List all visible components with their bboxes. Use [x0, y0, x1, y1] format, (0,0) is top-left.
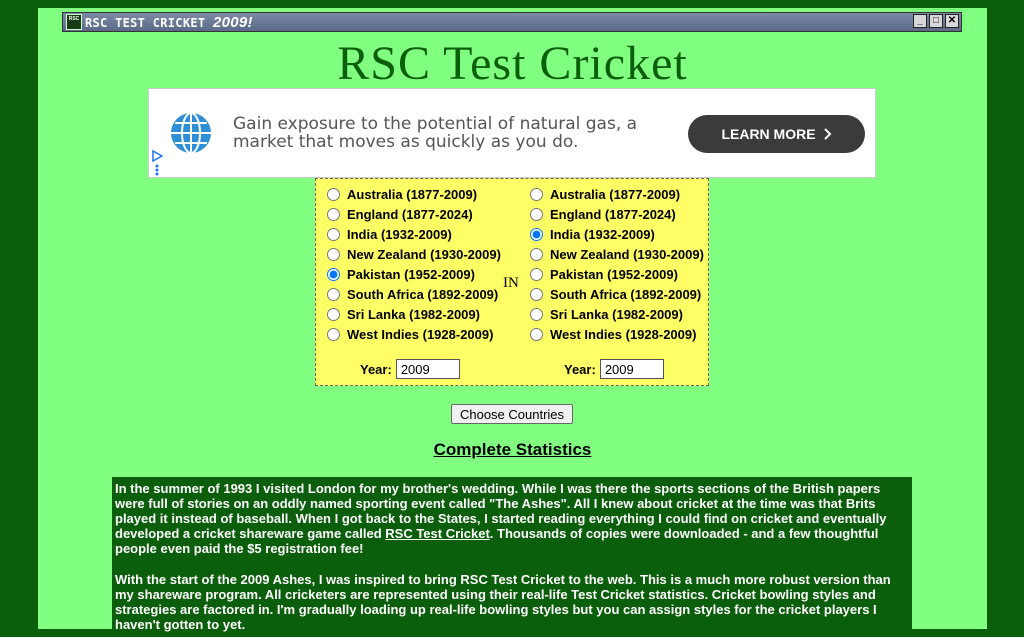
away-country-radio[interactable]	[530, 187, 543, 201]
away-country-radio[interactable]	[530, 307, 543, 321]
learn-more-label: LEARN MORE	[721, 126, 816, 142]
in-label: IN	[503, 275, 519, 291]
away-country-option[interactable]: England (1877-2024)	[529, 204, 704, 224]
away-country-label: Pakistan (1952-2009)	[550, 266, 678, 282]
away-year-label: Year:	[564, 361, 596, 377]
choose-countries-button[interactable]: Choose Countries	[451, 404, 573, 424]
intro-paragraph-1: In the summer of 1993 I visited London f…	[115, 481, 909, 556]
home-country-radio[interactable]	[327, 327, 340, 341]
intro-paragraph-2: With the start of the 2009 Ashes, I was …	[115, 572, 891, 632]
home-country-radio[interactable]	[327, 287, 340, 301]
home-country-option[interactable]: India (1932-2009)	[326, 224, 501, 244]
away-country-label: South Africa (1892-2009)	[550, 286, 702, 302]
home-country-label: New Zealand (1930-2009)	[347, 246, 501, 262]
away-country-radio[interactable]	[530, 287, 543, 301]
window-title-year: 2009!	[212, 14, 253, 31]
home-country-radio[interactable]	[327, 307, 340, 321]
away-country-option[interactable]: South Africa (1892-2009)	[529, 284, 704, 304]
away-country-label: England (1877-2024)	[550, 206, 676, 222]
away-country-option[interactable]: West Indies (1928-2009)	[529, 324, 704, 344]
home-country-option[interactable]: Australia (1877-2009)	[326, 184, 501, 204]
away-country-label: Australia (1877-2009)	[550, 186, 681, 202]
home-country-label: Australia (1877-2009)	[347, 186, 478, 202]
home-year-label: Year:	[360, 361, 392, 377]
away-country-radio[interactable]	[530, 207, 543, 221]
page-title: RSC Test Cricket	[337, 37, 688, 90]
home-year-row: Year:	[360, 359, 460, 379]
home-country-radio[interactable]	[327, 207, 340, 221]
away-country-label: West Indies (1928-2009)	[550, 326, 697, 342]
close-icon: ✕	[945, 14, 959, 28]
away-country-option[interactable]: Australia (1877-2009)	[529, 184, 704, 204]
window-title: RSC TEST CRICKET 2009!	[85, 14, 253, 31]
home-country-radio[interactable]	[327, 187, 340, 201]
intro-text: In the summer of 1993 I visited London f…	[112, 477, 912, 637]
home-country-radio[interactable]	[327, 247, 340, 261]
minimize-icon: _	[913, 14, 927, 28]
home-country-label: Pakistan (1952-2009)	[347, 266, 475, 282]
home-country-radio[interactable]	[327, 227, 340, 241]
away-country-label: Sri Lanka (1982-2009)	[550, 306, 683, 322]
window-titlebar: RSC RSC TEST CRICKET 2009! _ □ ✕	[62, 12, 962, 32]
away-country-label: New Zealand (1930-2009)	[550, 246, 704, 262]
away-country-list: Australia (1877-2009) England (1877-2024…	[529, 184, 704, 344]
home-country-option[interactable]: West Indies (1928-2009)	[326, 324, 501, 344]
maximize-icon: □	[929, 14, 943, 28]
window-buttons: _ □ ✕	[913, 14, 959, 28]
home-country-radio[interactable]	[327, 267, 340, 281]
home-country-option[interactable]: South Africa (1892-2009)	[326, 284, 501, 304]
country-selector: Australia (1877-2009) England (1877-2024…	[315, 178, 709, 386]
rsc-test-cricket-link[interactable]: RSC Test Cricket	[385, 526, 490, 541]
adchoices-icon[interactable]	[151, 149, 163, 177]
app-icon: RSC	[66, 14, 82, 30]
advertisement[interactable]: Gain exposure to the potential of natura…	[148, 88, 876, 178]
home-country-label: England (1877-2024)	[347, 206, 473, 222]
chevron-right-icon	[823, 128, 831, 140]
window-title-text: RSC TEST CRICKET	[85, 16, 206, 30]
away-country-option[interactable]: India (1932-2009)	[529, 224, 704, 244]
home-country-option[interactable]: Pakistan (1952-2009)	[326, 264, 501, 284]
away-country-radio[interactable]	[530, 227, 543, 241]
away-year-input[interactable]	[599, 359, 664, 379]
home-country-list: Australia (1877-2009) England (1877-2024…	[326, 184, 501, 344]
home-country-option[interactable]: Sri Lanka (1982-2009)	[326, 304, 501, 324]
away-country-radio[interactable]	[530, 247, 543, 261]
away-country-label: India (1932-2009)	[550, 226, 655, 242]
home-country-label: West Indies (1928-2009)	[347, 326, 494, 342]
page: RSC RSC TEST CRICKET 2009! _ □ ✕ RSC Tes…	[38, 8, 987, 637]
home-country-label: South Africa (1892-2009)	[347, 286, 499, 302]
away-country-radio[interactable]	[530, 267, 543, 281]
ad-text[interactable]: Gain exposure to the potential of natura…	[233, 115, 653, 151]
away-country-option[interactable]: New Zealand (1930-2009)	[529, 244, 704, 264]
globe-icon	[171, 112, 211, 154]
home-country-option[interactable]: England (1877-2024)	[326, 204, 501, 224]
home-country-label: Sri Lanka (1982-2009)	[347, 306, 480, 322]
away-year-row: Year:	[564, 359, 664, 379]
complete-statistics-link[interactable]: Complete Statistics	[38, 440, 987, 460]
away-country-option[interactable]: Pakistan (1952-2009)	[529, 264, 704, 284]
away-country-radio[interactable]	[530, 327, 543, 341]
learn-more-button[interactable]: LEARN MORE	[688, 115, 865, 153]
away-country-option[interactable]: Sri Lanka (1982-2009)	[529, 304, 704, 324]
home-year-input[interactable]	[395, 359, 460, 379]
home-country-option[interactable]: New Zealand (1930-2009)	[326, 244, 501, 264]
home-country-label: India (1932-2009)	[347, 226, 452, 242]
